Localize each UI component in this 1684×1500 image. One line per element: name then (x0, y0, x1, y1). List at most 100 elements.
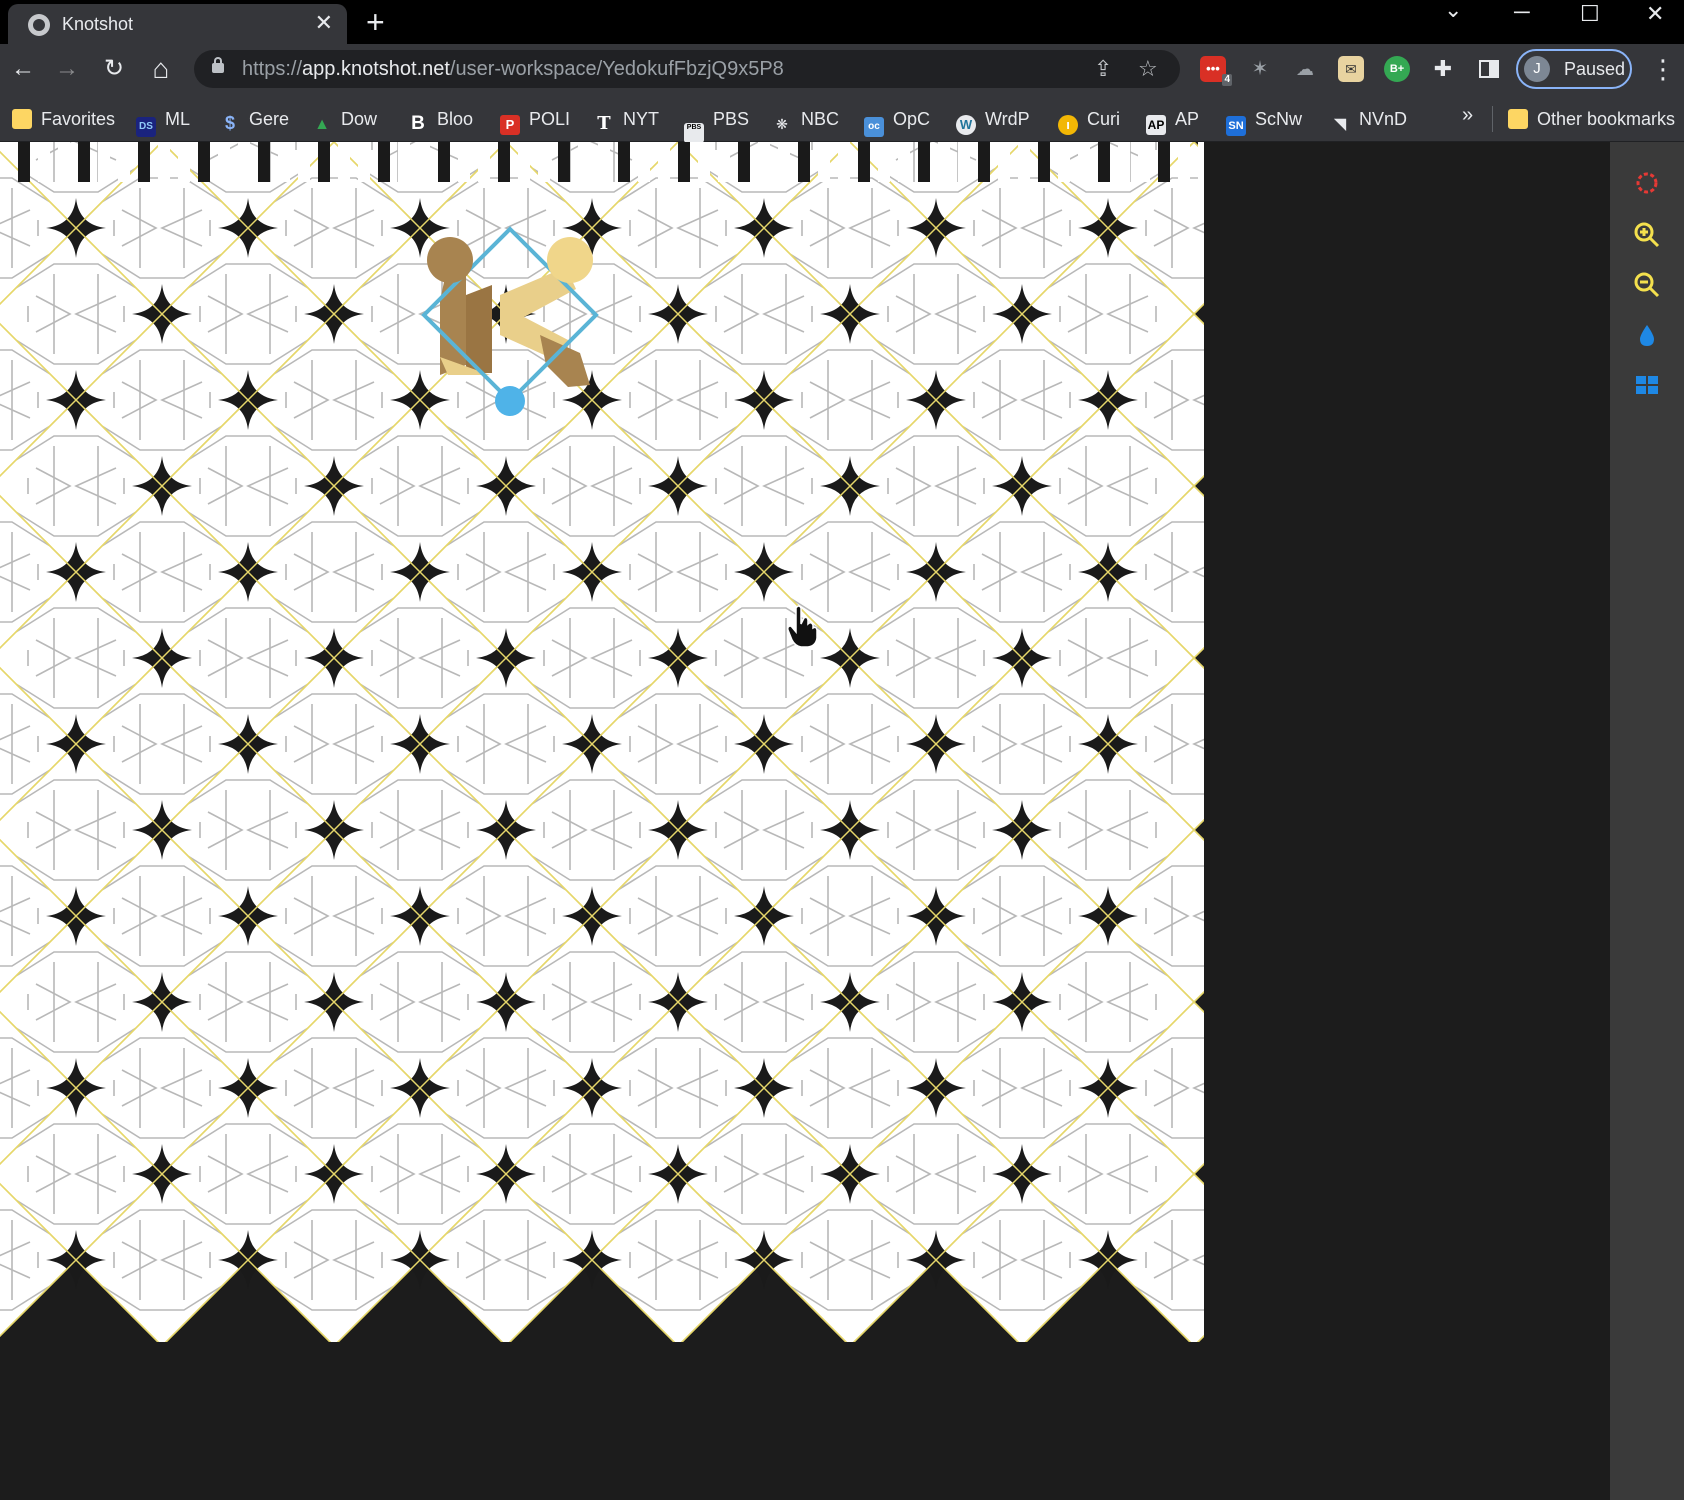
piano-key (378, 142, 390, 182)
piano-key (758, 142, 770, 182)
forward-button[interactable]: → (52, 54, 82, 84)
bookmark-nbc[interactable]: ❋ NBC (772, 106, 839, 132)
piano-key (98, 142, 110, 182)
drop-icon[interactable] (1632, 320, 1662, 350)
piano-key (1118, 142, 1130, 182)
knot-pattern[interactable] (0, 142, 1610, 1500)
handle-bottom[interactable] (495, 386, 525, 416)
bookmark-opc[interactable]: oc OpC (864, 106, 931, 137)
piano-key (238, 142, 250, 182)
oc-icon: oc (864, 117, 884, 137)
bookmark-label: OpC (893, 109, 931, 129)
piano-key (838, 142, 850, 182)
zoom-in-icon[interactable] (1632, 220, 1662, 250)
tab-knotshot[interactable]: Knotshot ✕ (8, 4, 347, 44)
share-icon[interactable]: ⇪ (1094, 56, 1112, 82)
side-panel-icon[interactable] (1476, 56, 1502, 82)
extension-red-icon[interactable]: ••• 4 (1200, 56, 1232, 86)
maximize-button[interactable]: ☐ (1580, 3, 1600, 25)
bookmark-label: Gere (249, 109, 290, 129)
url-prefix: https:// (242, 58, 303, 80)
knot-workspace-canvas[interactable] (0, 142, 1610, 1500)
piano-key (318, 142, 330, 182)
cloud-extension-icon[interactable]: ☁ (1292, 56, 1318, 82)
sn-icon: SN (1226, 116, 1246, 136)
piano-key (678, 142, 690, 182)
bookmark-gere[interactable]: $ Gere (220, 106, 290, 133)
url-text[interactable]: https://app.knotshot.net/user-workspace/… (242, 58, 784, 81)
bookmark-bloo[interactable]: B Bloo (408, 106, 474, 134)
bookmark-ap[interactable]: AP AP (1146, 106, 1199, 135)
home-button[interactable]: ⌂ (146, 54, 176, 84)
piano-key (538, 142, 550, 182)
tab-title: Knotshot (62, 14, 134, 34)
bookmark-wrdp[interactable]: W WrdP (956, 106, 1030, 135)
piano-key (918, 142, 930, 182)
piano-key (478, 142, 490, 182)
handle-left[interactable] (427, 237, 473, 283)
bookmark-dow[interactable]: ▲ Dow (312, 106, 377, 133)
bookmark-scnw[interactable]: SN ScNw (1226, 106, 1303, 136)
wordpress-icon: W (956, 115, 976, 135)
back-button[interactable]: ← (8, 54, 38, 84)
piano-key (298, 142, 310, 182)
piano-key (558, 142, 570, 182)
bookmark-star-icon[interactable]: ☆ (1138, 56, 1158, 82)
piano-key (438, 142, 450, 182)
p-icon: P (500, 115, 520, 135)
bookmark-label: NBC (801, 109, 840, 129)
bookmark-poli[interactable]: P POLI (500, 106, 571, 135)
piano-key (358, 142, 370, 182)
envelope-extension-icon[interactable]: ✉ (1338, 56, 1364, 82)
browser-toolbar: ← → ↻ ⌂ https://app.knotshot.net/user-wo… (0, 44, 1684, 94)
more-bookmarks-button[interactable]: » (1462, 104, 1473, 127)
palm-extension-icon[interactable]: ✶ (1247, 56, 1273, 82)
zoom-out-icon[interactable] (1632, 270, 1662, 300)
gear-icon[interactable] (1632, 168, 1662, 198)
other-bookmarks[interactable]: Other bookmarks (1508, 106, 1675, 132)
puzzle-extensions-icon[interactable]: ✚ (1430, 56, 1456, 82)
reload-button[interactable]: ↻ (99, 54, 129, 84)
bookmark-label: Curi (1087, 109, 1121, 129)
close-window-button[interactable]: ✕ (1646, 3, 1664, 25)
ml-icon: DS (136, 117, 156, 137)
editor-toolbar (1610, 142, 1684, 1500)
piano-key (78, 142, 90, 182)
bookmarks-bar: Favorites DS ML $ Gere ▲ Dow B Bloo P POLI TN… (0, 94, 1684, 143)
bookmark-label: ScNw (1255, 109, 1303, 129)
address-bar[interactable]: https://app.knotshot.net/user-workspace/… (194, 50, 1180, 88)
piano-key (1058, 142, 1070, 182)
bookmark-pbs[interactable]: PBS PBS (684, 106, 749, 143)
bookmark-label: Bloo (437, 109, 474, 129)
grid-icon[interactable] (1632, 370, 1662, 400)
bookmark-label: POLI (529, 109, 571, 129)
tab-search-icon[interactable]: ⌄ (1444, 0, 1462, 21)
piano-key (338, 142, 350, 182)
new-tab-button[interactable]: + (366, 4, 385, 40)
pbs-icon: PBS (684, 123, 704, 143)
piano-key (398, 142, 410, 182)
piano-key (198, 142, 210, 182)
piano-key (278, 142, 290, 182)
profile-button[interactable]: J Paused (1516, 49, 1632, 89)
bookmark-label: Other bookmarks (1537, 109, 1676, 129)
bookmark-curi[interactable]: ı Curi (1058, 106, 1121, 135)
piano-key (578, 142, 590, 182)
bplus-extension-icon[interactable]: B+ (1384, 56, 1410, 82)
bookmark-nvnd[interactable]: ◥ NVnD (1330, 106, 1407, 133)
piano-key (1178, 142, 1190, 182)
tab-strip: Knotshot ✕ + ⌄ ─ ☐ ✕ (0, 0, 1684, 44)
bookmark-nyt[interactable]: T NYT (594, 106, 659, 134)
handle-right[interactable] (547, 237, 593, 283)
url-path: /user-workspace/YedokufFbzjQ9x5P8 (449, 58, 784, 80)
bookmark-divider (1492, 106, 1493, 132)
piano-key (878, 142, 890, 182)
hand-cursor-icon (787, 605, 818, 648)
bookmark-favorites[interactable]: Favorites (12, 106, 115, 132)
bookmark-label: WrdP (985, 109, 1030, 129)
piano-key (458, 142, 470, 182)
bookmark-ml[interactable]: DS ML (136, 106, 190, 137)
tab-close-button[interactable]: ✕ (315, 11, 333, 35)
browser-menu-icon[interactable]: ⋮ (1650, 54, 1676, 84)
minimize-button[interactable]: ─ (1514, 1, 1530, 23)
